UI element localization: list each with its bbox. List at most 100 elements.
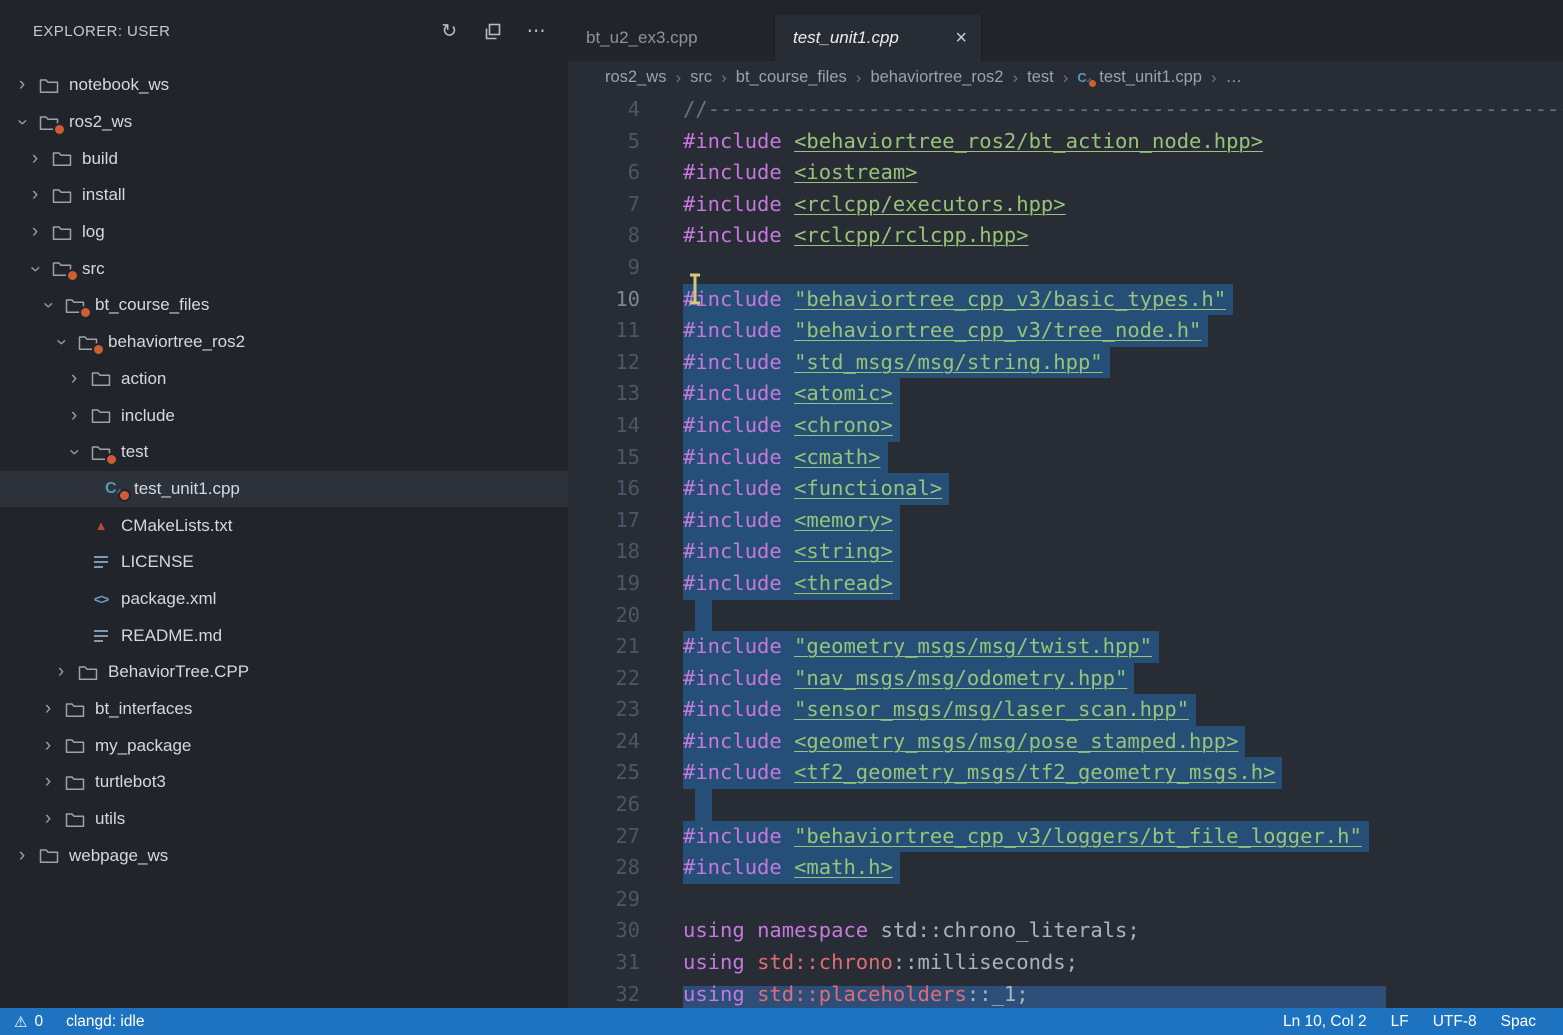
tree-item-turtlebot3[interactable]: ›turtlebot3 (0, 764, 568, 801)
code-line-31[interactable]: 31using std::chrono::milliseconds; (568, 947, 1563, 979)
tree-item-install[interactable]: ›install (0, 177, 568, 214)
tab-bt_u2_ex3.cpp[interactable]: bt_u2_ex3.cpp (568, 15, 775, 61)
code-line-5[interactable]: 5#include <behaviortree_ros2/bt_action_n… (568, 126, 1563, 158)
chevron-right-icon[interactable]: › (38, 771, 58, 793)
tree-item-log[interactable]: ›log (0, 214, 568, 251)
chevron-right-icon[interactable]: › (51, 661, 71, 683)
code-line-7[interactable]: 7#include <rclcpp/executors.hpp> (568, 189, 1563, 221)
clangd-status[interactable]: clangd: idle (66, 1013, 144, 1031)
chevron-right-icon[interactable]: › (12, 845, 32, 867)
breadcrumb-item[interactable]: C+test_unit1.cpp (1077, 68, 1202, 87)
token-pp: #include (683, 539, 794, 563)
code-line-12[interactable]: 12#include "std_msgs/msg/string.hpp" (568, 347, 1563, 379)
tree-item-utils[interactable]: ›utils (0, 801, 568, 838)
tree-item-BehaviorTree.CPP[interactable]: › BehaviorTree.CPP (0, 654, 568, 691)
code-line-15[interactable]: 15#include <cmath> (568, 442, 1563, 474)
code-line-18[interactable]: 18#include <string> (568, 536, 1563, 568)
breadcrumb-item[interactable]: … (1226, 68, 1243, 87)
line-text: using namespace std::chrono_literals; (683, 915, 1140, 947)
tree-item-test[interactable]: ›test (0, 434, 568, 471)
chevron-right-icon[interactable]: › (25, 184, 45, 206)
chevron-right-icon[interactable]: › (25, 221, 45, 243)
code-line-14[interactable]: 14#include <chrono> (568, 410, 1563, 442)
token-pp: using (683, 918, 745, 942)
chevron-right-icon[interactable]: › (38, 698, 58, 720)
tree-item-action[interactable]: ›action (0, 361, 568, 398)
code-line-4[interactable]: 4//-------------------------------------… (568, 94, 1563, 126)
token-pp: #include (683, 855, 794, 879)
tree-item-include[interactable]: ›include (0, 397, 568, 434)
token-pp: #include (683, 350, 794, 374)
tree-item-webpage_ws[interactable]: ›webpage_ws (0, 837, 568, 874)
collapse-folders-icon[interactable] (484, 23, 501, 40)
code-line-17[interactable]: 17#include <memory> (568, 505, 1563, 537)
tree-item-ros2_ws[interactable]: ›ros2_ws (0, 104, 568, 141)
code-line-30[interactable]: 30using namespace std::chrono_literals; (568, 915, 1563, 947)
code-line-11[interactable]: 11#include "behaviortree_cpp_v3/tree_nod… (568, 315, 1563, 347)
chevron-right-icon[interactable]: › (12, 74, 32, 96)
problems-indicator[interactable]: ⚠ 0 clangd: idle (0, 1013, 145, 1031)
tree-item-build[interactable]: ›build (0, 140, 568, 177)
code-line-9[interactable]: 9 (568, 252, 1563, 284)
tree-item-CMakeLists.txt[interactable]: ▲CMakeLists.txt (0, 507, 568, 544)
chevron-right-icon[interactable]: › (25, 148, 45, 170)
chevron-right-icon[interactable]: › (64, 368, 84, 390)
chevron-right-icon[interactable]: › (64, 405, 84, 427)
line-text: #include "behaviortree_cpp_v3/basic_type… (683, 284, 1233, 316)
breadcrumb-item[interactable]: behaviortree_ros2 (870, 68, 1003, 87)
chevron-right-icon: › (856, 68, 862, 88)
code-line-16[interactable]: 16#include <functional> (568, 473, 1563, 505)
chevron-down-icon[interactable]: › (24, 259, 46, 279)
tree-item-bt_course_files[interactable]: › bt_course_files (0, 287, 568, 324)
code-line-26[interactable]: 26 (568, 789, 1563, 821)
chevron-down-icon[interactable]: › (11, 112, 33, 132)
tree-item-label: README.md (121, 626, 222, 646)
cursor-position-indicator[interactable]: Ln 10, Col 2 (1283, 1013, 1367, 1031)
more-actions-icon[interactable]: ⋯ (527, 20, 546, 43)
code-line-29[interactable]: 29 (568, 884, 1563, 916)
code-line-32[interactable]: 32using std::placeholders::_1; (568, 979, 1563, 1008)
code-line-19[interactable]: 19#include <thread> (568, 568, 1563, 600)
code-line-20[interactable]: 20 (568, 600, 1563, 632)
tree-item-label: BehaviorTree.CPP (108, 662, 249, 682)
tab-test_unit1.cpp[interactable]: test_unit1.cpp× (775, 15, 982, 61)
code-line-23[interactable]: 23#include "sensor_msgs/msg/laser_scan.h… (568, 694, 1563, 726)
code-line-13[interactable]: 13#include <atomic> (568, 378, 1563, 410)
tree-item-bt_interfaces[interactable]: ›bt_interfaces (0, 691, 568, 728)
refresh-icon[interactable]: ↻ (441, 20, 457, 43)
close-icon[interactable]: × (955, 27, 967, 50)
tree-item-README.md[interactable]: README.md (0, 617, 568, 654)
encoding-indicator[interactable]: UTF-8 (1433, 1013, 1477, 1031)
chevron-down-icon[interactable]: › (50, 332, 72, 352)
tree-item-my_package[interactable]: ›my_package (0, 727, 568, 764)
tree-item-package.xml[interactable]: <>package.xml (0, 581, 568, 618)
code-line-8[interactable]: 8#include <rclcpp/rclcpp.hpp> (568, 220, 1563, 252)
chevron-right-icon[interactable]: › (38, 808, 58, 830)
breadcrumb-item[interactable]: test (1027, 68, 1054, 87)
tree-item-label: bt_course_files (95, 295, 209, 315)
code-line-22[interactable]: 22#include "nav_msgs/msg/odometry.hpp" (568, 663, 1563, 695)
code-line-21[interactable]: 21#include "geometry_msgs/msg/twist.hpp" (568, 631, 1563, 663)
code-line-28[interactable]: 28#include <math.h> (568, 852, 1563, 884)
tree-item-src[interactable]: ›src (0, 250, 568, 287)
breadcrumb-item[interactable]: ros2_ws (605, 68, 666, 87)
code-line-27[interactable]: 27#include "behaviortree_cpp_v3/loggers/… (568, 821, 1563, 853)
chevron-right-icon[interactable]: › (38, 735, 58, 757)
breadcrumb-item[interactable]: src (690, 68, 712, 87)
indentation-indicator[interactable]: Spac (1501, 1013, 1536, 1031)
tree-item-behaviortree_ros2[interactable]: ›behaviortree_ros2 (0, 324, 568, 361)
chevron-down-icon[interactable]: › (37, 295, 59, 315)
tree-item-test_unit1.cpp[interactable]: C+test_unit1.cpp (0, 471, 568, 508)
token-inc: "nav_msgs/msg/odometry.hpp" (794, 666, 1127, 690)
eol-indicator[interactable]: LF (1391, 1013, 1409, 1031)
code-line-6[interactable]: 6#include <iostream> (568, 157, 1563, 189)
code-line-10[interactable]: 10#include "behaviortree_cpp_v3/basic_ty… (568, 284, 1563, 316)
tree-item-LICENSE[interactable]: LICENSE (0, 544, 568, 581)
code-line-24[interactable]: 24#include <geometry_msgs/msg/pose_stamp… (568, 726, 1563, 758)
chevron-down-icon[interactable]: › (63, 442, 85, 462)
breadcrumb-item[interactable]: bt_course_files (736, 68, 847, 87)
tree-item-notebook_ws[interactable]: ›notebook_ws (0, 67, 568, 104)
code-editor[interactable]: 4//-------------------------------------… (568, 94, 1563, 1008)
code-line-25[interactable]: 25#include <tf2_geometry_msgs/tf2_geomet… (568, 757, 1563, 789)
selection-highlight: #include <atomic> (683, 378, 900, 410)
